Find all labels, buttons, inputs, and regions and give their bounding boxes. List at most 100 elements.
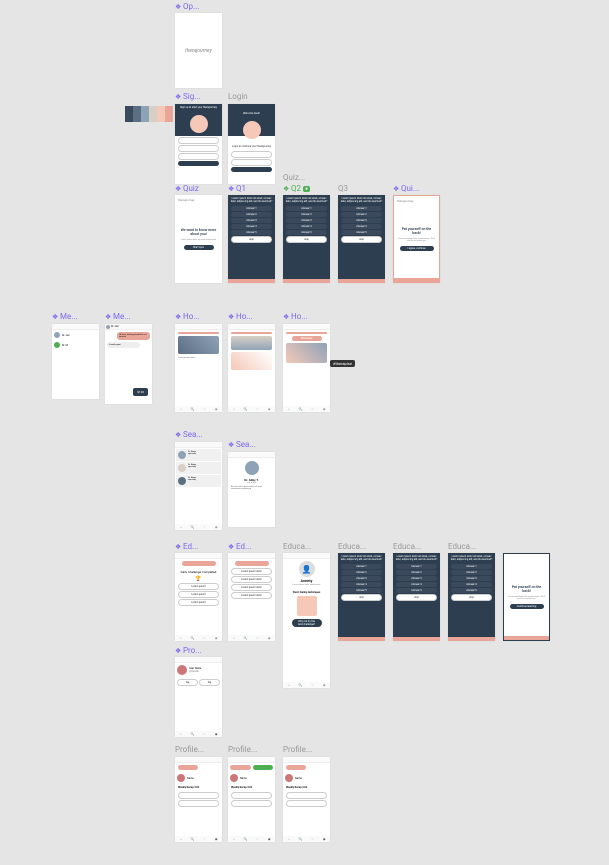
- chat-bubble: Hi there, looking forward to our session: [117, 332, 150, 340]
- component-icon: ❖: [228, 442, 234, 448]
- feed-image: [231, 336, 272, 350]
- artboard-splash[interactable]: therajourney: [175, 13, 222, 88]
- component-icon: ❖: [175, 94, 181, 100]
- artboard-anxiety[interactable]: 👤 Anxiety Lorem ipsum dolor consectetur …: [283, 553, 330, 688]
- frame-label-open[interactable]: ❖ Op...: [175, 2, 199, 11]
- submit-button: [178, 161, 219, 166]
- frame-label-educa3[interactable]: Educa...: [393, 542, 421, 551]
- progress: [448, 637, 495, 641]
- header: [283, 324, 330, 330]
- frame-label-quiz-end[interactable]: ❖ Qui...: [393, 184, 419, 193]
- bottom-nav: ⌂🔍♡◉: [228, 406, 275, 412]
- swatch: [149, 106, 157, 122]
- avatar-large: [245, 461, 259, 475]
- progress: [504, 636, 549, 640]
- artboard-ed2[interactable]: Lorem ipsum dolor Lorem ipsum dolor Lore…: [228, 553, 275, 641]
- frame-label-ed2[interactable]: ❖Ed...: [228, 542, 251, 551]
- color-palette: [125, 106, 173, 122]
- component-icon: ❖: [175, 314, 181, 320]
- frame-label-quiz-dup[interactable]: Quiz...: [283, 173, 305, 182]
- input-field: [231, 151, 272, 158]
- artboard-home1[interactable]: Lorem ipsum dolor ⌂🔍♡◉: [175, 324, 222, 412]
- artboard-home2[interactable]: ⌂🔍♡◉: [228, 324, 275, 412]
- frame-label-signin[interactable]: ❖ Sig...: [175, 92, 201, 101]
- component-icon: ❖: [175, 648, 181, 654]
- input-field: [231, 159, 272, 166]
- avatar: [177, 774, 185, 782]
- badge: ●: [303, 186, 310, 192]
- frame-label-profile3[interactable]: Profile...: [228, 745, 257, 754]
- hover-tooltip: #therapise: [330, 360, 355, 367]
- frame-label-search1[interactable]: ❖Sea...: [175, 430, 203, 439]
- artboard-signin[interactable]: Sign up to start your therajourney: [175, 104, 222, 184]
- frame-label-q2[interactable]: ❖ Q2 ●: [283, 184, 310, 193]
- component-icon: ❖: [228, 314, 234, 320]
- artboard-profile1[interactable]: User Name@handle tag tag ⌂🔍♡◉: [175, 657, 222, 737]
- artboard-home3[interactable]: #therapise ⌂🔍♡◉: [283, 324, 330, 412]
- artboard-messages-list[interactable]: Dr. Jaz Dr. M: [52, 324, 99, 399]
- bottom-nav: ⌂🔍♡◉: [228, 836, 275, 842]
- frame-label-home1[interactable]: ❖Ho...: [175, 312, 200, 321]
- bottom-nav: ⌂🔍♡◉: [228, 635, 275, 641]
- progress: [178, 332, 219, 334]
- swatch: [125, 106, 133, 122]
- artboard-quiz-end[interactable]: therajourney Pat yourself on the back! Y…: [393, 195, 440, 283]
- bottom-nav: ⌂🔍♡◉: [283, 836, 330, 842]
- header: [175, 553, 222, 559]
- frame-label-home2[interactable]: ❖Ho...: [228, 312, 253, 321]
- frame-label-profile1[interactable]: ❖Pro...: [175, 646, 202, 655]
- trophy-icon: 🏆: [175, 576, 222, 582]
- header: [228, 324, 275, 330]
- avatar: [178, 477, 186, 485]
- frame-label-me1[interactable]: ❖Me...: [52, 312, 78, 321]
- artboard-login[interactable]: Welcome back! Login to continue your the…: [228, 104, 275, 184]
- artboard-q1[interactable]: Lorem ipsum dolor sit amet, consec tetur…: [228, 195, 275, 283]
- bottom-nav: ⌂🔍♡◉: [283, 406, 330, 412]
- frame-label-search2[interactable]: ❖Sea...: [228, 440, 256, 449]
- swatch: [141, 106, 149, 122]
- feed-image: [286, 343, 327, 363]
- search-result: Dr. Namespecialty: [176, 475, 221, 487]
- progress: [283, 279, 330, 283]
- submit-button: [231, 167, 272, 172]
- artboard-educa-q1[interactable]: Lorem ipsum dolor sit amet, consec tetur…: [338, 553, 385, 641]
- chat-row: Dr. M: [52, 340, 99, 350]
- header: [175, 442, 222, 448]
- frame-label-educa4[interactable]: Educa...: [448, 542, 476, 551]
- swatch: [133, 106, 141, 122]
- artboard-ed1[interactable]: Daily Challenge Completed 🏆 Lorem ipsum …: [175, 553, 222, 641]
- frame-label-q1[interactable]: ❖ Q1: [228, 184, 246, 193]
- feed-image: [231, 352, 272, 370]
- artboard-profile4[interactable]: Name Weekly Recap 3.02 ⌂🔍♡◉: [283, 757, 330, 842]
- avatar: [177, 665, 187, 675]
- artboard-educa-q2[interactable]: Lorem ipsum dolor sit amet, consec tetur…: [393, 553, 440, 641]
- artboard-quiz-intro[interactable]: therajourney We want to know more about …: [175, 195, 222, 283]
- chat-bubble: Sounds great: [107, 342, 140, 348]
- component-icon: ❖: [393, 186, 399, 192]
- frame-label-me2[interactable]: ❖Me...: [105, 312, 131, 321]
- artboard-educa-end[interactable]: Pat yourself on the back! You've complet…: [503, 553, 550, 641]
- artboard-search-list[interactable]: Dr. Namespecialty Dr. Namespecialty Dr. …: [175, 442, 222, 530]
- artboard-educa-q3[interactable]: Lorem ipsum dolor sit amet, consec tetur…: [448, 553, 495, 641]
- artboard-chat[interactable]: Dr. Jaz Hi there, looking forward to our…: [105, 324, 152, 404]
- artboard-search-detail[interactable]: Dr. Abby T. ★★★★★ Bio text lorem ipsum d…: [228, 452, 275, 527]
- artboard-q2[interactable]: Lorem ipsum dolor sit amet, consec tetur…: [283, 195, 330, 283]
- price-badge: $120: [133, 388, 148, 396]
- frame-label-ed1[interactable]: ❖Ed...: [175, 542, 198, 551]
- artboard-profile2[interactable]: Name Weekly Recap 3.02 ⌂🔍♡◉: [175, 757, 222, 842]
- avatar: [54, 342, 60, 348]
- frame-label-profile4[interactable]: Profile...: [283, 745, 312, 754]
- frame-label-profile2[interactable]: Profile...: [175, 745, 204, 754]
- component-icon: ❖: [228, 186, 234, 192]
- frame-label-educa1[interactable]: Educa...: [283, 542, 311, 551]
- frame-label-quiz[interactable]: ❖ Quiz: [175, 184, 199, 193]
- frame-label-login[interactable]: Login: [228, 92, 248, 101]
- artboard-profile3[interactable]: Name Weekly Recap 3.02 ⌂🔍♡◉: [228, 757, 275, 842]
- frame-label-q3[interactable]: Q3: [338, 184, 348, 193]
- header: [283, 757, 330, 763]
- logo-circle: [190, 115, 208, 133]
- artboard-q3[interactable]: Lorem ipsum dolor sit amet, consec tetur…: [338, 195, 385, 283]
- frame-label-educa2[interactable]: Educa...: [338, 542, 366, 551]
- frame-label-home3[interactable]: ❖Ho...: [283, 312, 308, 321]
- progress: [338, 279, 385, 283]
